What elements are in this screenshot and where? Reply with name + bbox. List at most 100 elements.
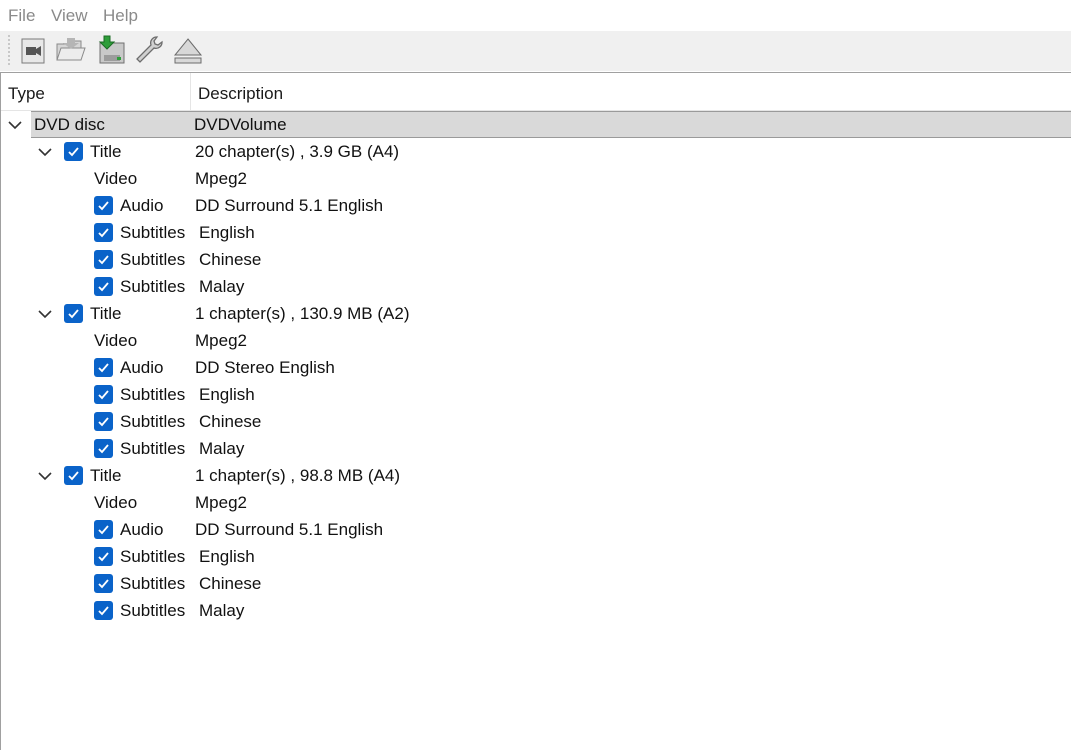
tree-row-subtitles[interactable]: Subtitles Chinese bbox=[1, 408, 1071, 435]
title-checkbox[interactable] bbox=[64, 142, 83, 161]
tree-row-video[interactable]: Video Mpeg2 bbox=[1, 489, 1071, 516]
tree-row-subtitles[interactable]: Subtitles English bbox=[1, 219, 1071, 246]
subtitles-type: Subtitles bbox=[120, 223, 186, 242]
tree-row-subtitles[interactable]: Subtitles English bbox=[1, 543, 1071, 570]
root-description: DVDVolume bbox=[194, 115, 287, 134]
menu-bar: File View Help bbox=[0, 0, 1071, 31]
subtitles-type: Subtitles bbox=[120, 574, 186, 593]
tree-row-subtitles[interactable]: Subtitles English bbox=[1, 381, 1071, 408]
tree-row-subtitles[interactable]: Subtitles Chinese bbox=[1, 570, 1071, 597]
video-description: Mpeg2 bbox=[195, 331, 247, 350]
subtitles-type: Subtitles bbox=[120, 412, 186, 431]
open-video-button[interactable] bbox=[17, 33, 51, 67]
column-header: Type Description bbox=[1, 73, 1071, 111]
tree-row-video[interactable]: Video Mpeg2 bbox=[1, 327, 1071, 354]
tree-row-audio[interactable]: Audio DD Surround 5.1 English bbox=[1, 516, 1071, 543]
save-button[interactable] bbox=[94, 33, 128, 67]
tree-row-video[interactable]: Video Mpeg2 bbox=[1, 165, 1071, 192]
subtitles-checkbox[interactable] bbox=[94, 574, 113, 593]
audio-description: DD Surround 5.1 English bbox=[195, 196, 384, 215]
subtitles-description: Malay bbox=[199, 601, 245, 620]
settings-button[interactable] bbox=[132, 33, 166, 67]
audio-checkbox[interactable] bbox=[94, 520, 113, 539]
menu-file[interactable]: File bbox=[8, 6, 35, 26]
subtitles-description: Chinese bbox=[199, 412, 262, 431]
root-type: DVD disc bbox=[34, 115, 105, 134]
subtitles-description: Malay bbox=[199, 277, 245, 296]
tree-row-subtitles[interactable]: Subtitles Malay bbox=[1, 435, 1071, 462]
title-description: 1 chapter(s) , 130.9 MB (A2) bbox=[195, 304, 410, 323]
subtitles-description: English bbox=[199, 385, 255, 404]
tree-row-title[interactable]: Title 20 chapter(s) , 3.9 GB (A4) bbox=[1, 138, 1071, 165]
tree-row-title[interactable]: Title 1 chapter(s) , 130.9 MB (A2) bbox=[1, 300, 1071, 327]
checkmark-icon bbox=[98, 390, 109, 400]
checkmark-icon bbox=[98, 444, 109, 454]
toolbar-grip bbox=[8, 35, 10, 67]
subtitles-description: English bbox=[199, 547, 255, 566]
open-folder-button[interactable] bbox=[54, 33, 88, 67]
expand-title-toggle[interactable] bbox=[37, 462, 53, 489]
tree-row-root[interactable]: DVD disc DVDVolume bbox=[31, 111, 1071, 138]
tree-row-audio[interactable]: Audio DD Surround 5.1 English bbox=[1, 192, 1071, 219]
title-description: 20 chapter(s) , 3.9 GB (A4) bbox=[195, 142, 400, 161]
audio-type: Audio bbox=[120, 196, 164, 215]
column-separator[interactable] bbox=[190, 73, 191, 110]
chevron-down-icon bbox=[38, 147, 52, 156]
subtitles-checkbox[interactable] bbox=[94, 223, 113, 242]
menu-view[interactable]: View bbox=[51, 6, 88, 26]
audio-checkbox[interactable] bbox=[94, 358, 113, 377]
checkmark-icon bbox=[68, 471, 79, 481]
eject-icon bbox=[173, 38, 203, 64]
menu-help[interactable]: Help bbox=[103, 6, 138, 26]
subtitles-checkbox[interactable] bbox=[94, 547, 113, 566]
expand-title-toggle[interactable] bbox=[37, 138, 53, 165]
checkmark-icon bbox=[98, 579, 109, 589]
subtitles-checkbox[interactable] bbox=[94, 385, 113, 404]
subtitles-type: Subtitles bbox=[120, 601, 186, 620]
subtitles-checkbox[interactable] bbox=[94, 277, 113, 296]
tree-row-subtitles[interactable]: Subtitles Chinese bbox=[1, 246, 1071, 273]
tree-row-title[interactable]: Title 1 chapter(s) , 98.8 MB (A4) bbox=[1, 462, 1071, 489]
audio-type: Audio bbox=[120, 358, 164, 377]
subtitles-type: Subtitles bbox=[120, 277, 186, 296]
open-folder-icon bbox=[56, 38, 86, 61]
title-description: 1 chapter(s) , 98.8 MB (A4) bbox=[195, 466, 401, 485]
checkmark-icon bbox=[98, 525, 109, 535]
tree-row-subtitles[interactable]: Subtitles Malay bbox=[1, 597, 1071, 624]
subtitles-checkbox[interactable] bbox=[94, 412, 113, 431]
video-type: Video bbox=[94, 169, 138, 188]
video-description: Mpeg2 bbox=[195, 169, 247, 188]
title-checkbox[interactable] bbox=[64, 304, 83, 323]
checkmark-icon bbox=[98, 282, 109, 292]
chevron-down-icon bbox=[8, 120, 22, 129]
checkmark-icon bbox=[98, 417, 109, 427]
checkmark-icon bbox=[68, 147, 79, 157]
subtitles-description: Chinese bbox=[199, 250, 262, 269]
audio-description: DD Stereo English bbox=[195, 358, 335, 377]
checkmark-icon bbox=[98, 201, 109, 211]
column-header-description[interactable]: Description bbox=[198, 73, 283, 110]
column-header-type[interactable]: Type bbox=[8, 73, 45, 110]
expand-root-toggle[interactable] bbox=[7, 111, 23, 138]
wrench-icon bbox=[136, 36, 163, 63]
video-type: Video bbox=[94, 493, 138, 512]
checkmark-icon bbox=[98, 228, 109, 238]
checkmark-icon bbox=[98, 606, 109, 616]
subtitles-type: Subtitles bbox=[120, 250, 186, 269]
subtitles-type: Subtitles bbox=[120, 385, 186, 404]
audio-type: Audio bbox=[120, 520, 164, 539]
subtitles-checkbox[interactable] bbox=[94, 439, 113, 458]
video-camera-icon bbox=[21, 38, 45, 64]
tree-row-audio[interactable]: Audio DD Stereo English bbox=[1, 354, 1071, 381]
subtitles-checkbox[interactable] bbox=[94, 601, 113, 620]
audio-checkbox[interactable] bbox=[94, 196, 113, 215]
subtitles-description: English bbox=[199, 223, 255, 242]
eject-button[interactable] bbox=[171, 33, 205, 67]
tree-row-subtitles[interactable]: Subtitles Malay bbox=[1, 273, 1071, 300]
title-checkbox[interactable] bbox=[64, 466, 83, 485]
video-type: Video bbox=[94, 331, 138, 350]
checkmark-icon bbox=[68, 309, 79, 319]
subtitles-checkbox[interactable] bbox=[94, 250, 113, 269]
expand-title-toggle[interactable] bbox=[37, 300, 53, 327]
tree-view[interactable]: Type Description DVD disc DVDVolume Titl… bbox=[0, 72, 1071, 750]
